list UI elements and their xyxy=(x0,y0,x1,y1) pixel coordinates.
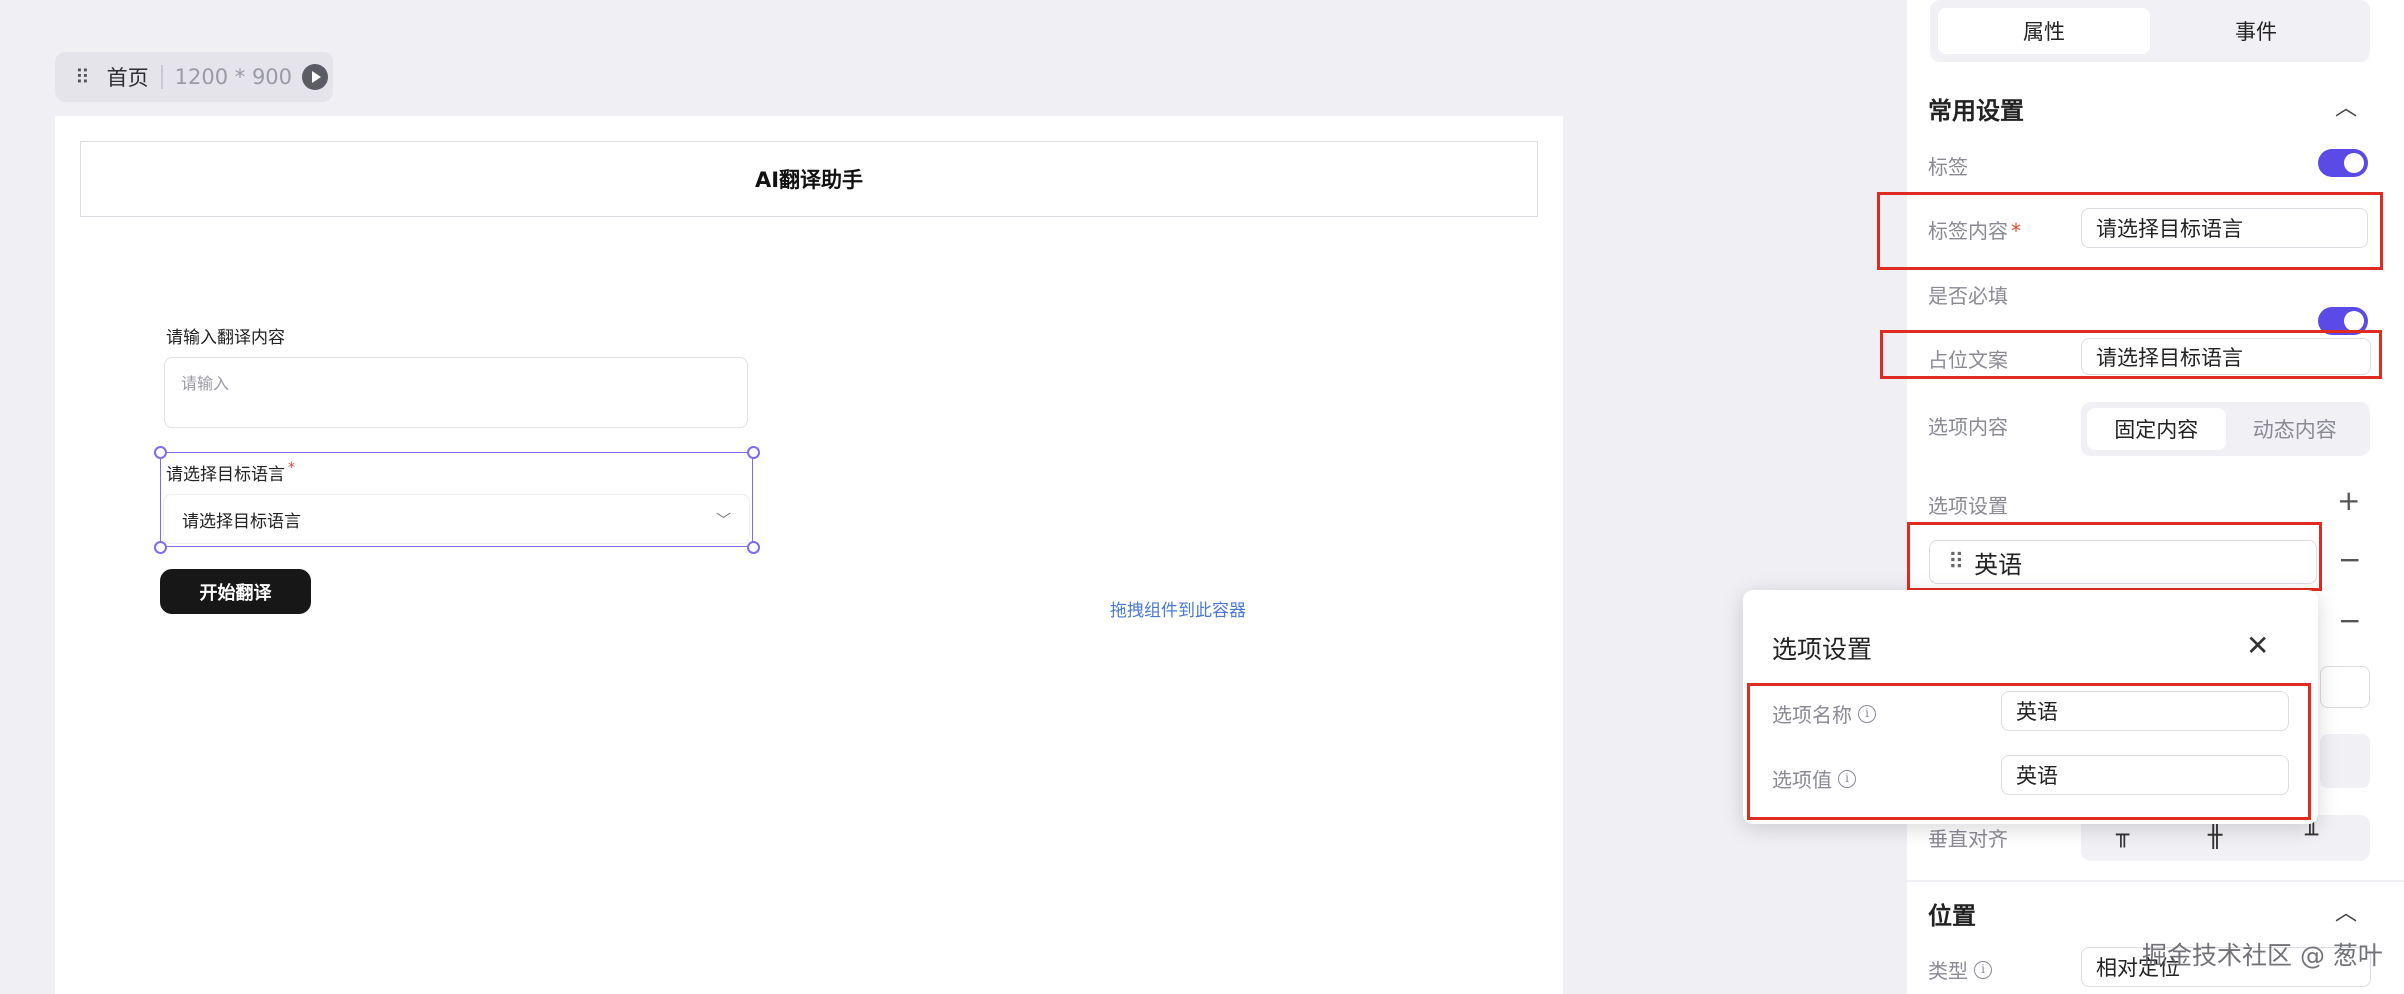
language-select[interactable]: 请选择目标语言 ﹀ xyxy=(163,494,750,544)
align-top-icon[interactable]: ╥ xyxy=(2116,823,2129,848)
resize-handle[interactable] xyxy=(154,541,167,554)
input-field[interactable] xyxy=(2320,734,2370,788)
segment-dynamic[interactable]: 动态内容 xyxy=(2226,408,2365,450)
option-name-label: 选项名称 i xyxy=(1772,699,1876,728)
section-divider xyxy=(1907,880,2404,882)
placeholder-label: 占位文案 xyxy=(1928,348,2008,372)
close-icon[interactable]: ✕ xyxy=(2246,629,2269,662)
option-item[interactable]: ⠿ 英语 xyxy=(1929,540,2317,584)
modal-title: 选项设置 xyxy=(1772,635,1873,664)
chevron-up-icon[interactable]: ︿ xyxy=(2335,90,2357,122)
vertical-align-label: 垂直对齐 xyxy=(1928,827,2008,851)
watermark: 掘金技术社区 @ 葱叶 xyxy=(2142,941,2383,970)
info-icon: i xyxy=(1838,769,1856,788)
panel-tabs: 属性 事件 xyxy=(1930,0,2370,62)
segment-fixed[interactable]: 固定内容 xyxy=(2087,408,2226,450)
input-label: 请输入翻译内容 xyxy=(166,328,285,348)
option-item-label: 英语 xyxy=(1974,550,2023,579)
label-content-input[interactable]: 请选择目标语言 xyxy=(2081,208,2368,248)
options-settings-label: 选项设置 xyxy=(1928,494,2008,518)
label-toggle[interactable] xyxy=(2318,149,2368,177)
tab-events[interactable]: 事件 xyxy=(2150,8,2362,54)
select-placeholder: 请选择目标语言 xyxy=(182,511,301,532)
chevron-down-icon: ﹀ xyxy=(715,510,731,529)
resize-handle[interactable] xyxy=(154,446,167,459)
resize-handle[interactable] xyxy=(747,446,760,459)
page-size: 1200 * 900 xyxy=(174,65,293,89)
option-value-input[interactable]: 英语 xyxy=(2001,755,2289,795)
drag-handle-icon[interactable]: ⠿ xyxy=(1948,550,1964,575)
select-label: 请选择目标语言 * xyxy=(166,460,295,485)
translate-input[interactable]: 请输入 xyxy=(164,357,748,428)
tab-properties[interactable]: 属性 xyxy=(1938,8,2150,54)
drop-hint: 拖拽组件到此容器 xyxy=(1110,601,1246,621)
page-name[interactable]: 首页 xyxy=(107,62,149,92)
divider xyxy=(160,65,163,89)
options-content-label: 选项内容 xyxy=(1928,415,2008,439)
remove-option-icon[interactable]: − xyxy=(2338,607,2361,635)
common-settings-title: 常用设置 xyxy=(1928,97,2024,125)
info-icon: i xyxy=(1858,704,1876,723)
input-placeholder: 请输入 xyxy=(181,374,230,393)
label-toggle-label: 标签 xyxy=(1928,155,1968,179)
app-title: AI翻译助手 xyxy=(80,141,1538,217)
resize-handle[interactable] xyxy=(747,541,760,554)
type-label: 类型 i xyxy=(1928,955,1992,984)
required-label: 是否必填 xyxy=(1928,284,2008,308)
info-icon: i xyxy=(1974,960,1992,979)
chevron-up-icon[interactable]: ︿ xyxy=(2335,895,2357,927)
options-mode-segment: 固定内容 动态内容 xyxy=(2081,402,2370,456)
placeholder-input[interactable]: 请选择目标语言 xyxy=(2081,338,2371,375)
option-value-label: 选项值 i xyxy=(1772,764,1856,793)
label-content-label: 标签内容 * xyxy=(1928,219,2021,243)
align-middle-icon[interactable]: ╫ xyxy=(2208,821,2222,849)
drag-handle-icon[interactable]: ⠿ xyxy=(75,65,90,89)
play-icon[interactable] xyxy=(302,64,329,90)
align-bottom-icon[interactable]: ╨ xyxy=(2305,823,2318,848)
select-field[interactable] xyxy=(2320,666,2370,708)
remove-option-icon[interactable]: − xyxy=(2338,546,2361,574)
canvas-toolbar: ⠿ 首页 1200 * 900 xyxy=(55,52,333,102)
add-option-icon[interactable]: + xyxy=(2337,487,2360,515)
page-canvas xyxy=(55,116,1563,994)
start-translate-button[interactable]: 开始翻译 xyxy=(160,569,311,614)
option-name-input[interactable]: 英语 xyxy=(2001,691,2289,731)
position-section-title: 位置 xyxy=(1928,902,1976,930)
